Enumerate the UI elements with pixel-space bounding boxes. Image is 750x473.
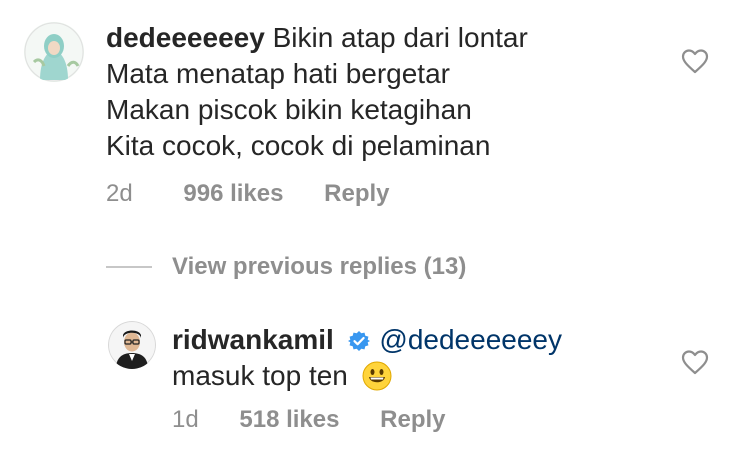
- view-previous-replies-label: View previous replies (13): [172, 253, 467, 280]
- avatar-man-glasses-icon: [108, 321, 156, 369]
- comment-line: Makan piscok bikin ketagihan: [106, 94, 472, 125]
- avatar-dedeeeeeey[interactable]: [24, 22, 84, 82]
- reply-time: 1d: [172, 406, 199, 433]
- reply-username[interactable]: ridwankamil: [172, 324, 334, 355]
- reply-button[interactable]: Reply: [380, 405, 445, 435]
- comment-line: Kita cocok, cocok di pelaminan: [106, 130, 491, 161]
- comment-likes-link[interactable]: 996 likes: [183, 179, 283, 209]
- reply-button[interactable]: Reply: [324, 179, 389, 209]
- reply-meta: 1d 518 likes Reply: [172, 405, 446, 435]
- divider-line: [106, 266, 152, 268]
- comment-meta: 2d 996 likes Reply: [106, 179, 390, 209]
- grinning-face-emoji-icon: [362, 361, 392, 400]
- avatar-ridwankamil[interactable]: [108, 321, 156, 369]
- reply-body: ridwankamil @dedeeeeeey masuk top ten: [172, 322, 672, 400]
- view-previous-replies-button[interactable]: View previous replies (13): [106, 252, 466, 282]
- reply-text: masuk top ten: [172, 360, 348, 391]
- mention-link[interactable]: @dedeeeeeey: [379, 324, 562, 355]
- comment-line: Mata menatap hati bergetar: [106, 58, 450, 89]
- comment-time: 2d: [106, 180, 133, 207]
- comment-body: dedeeeeeey Bikin atap dari lontar Mata m…: [106, 20, 666, 164]
- heart-outline-icon[interactable]: [681, 48, 709, 74]
- comment-line: Bikin atap dari lontar: [272, 22, 528, 53]
- heart-outline-icon[interactable]: [681, 349, 709, 375]
- reply-likes-link[interactable]: 518 likes: [239, 405, 339, 435]
- comment-username[interactable]: dedeeeeeey: [106, 22, 265, 53]
- verified-badge-icon: [347, 331, 370, 351]
- avatar-hijab-woman-icon: [24, 22, 84, 82]
